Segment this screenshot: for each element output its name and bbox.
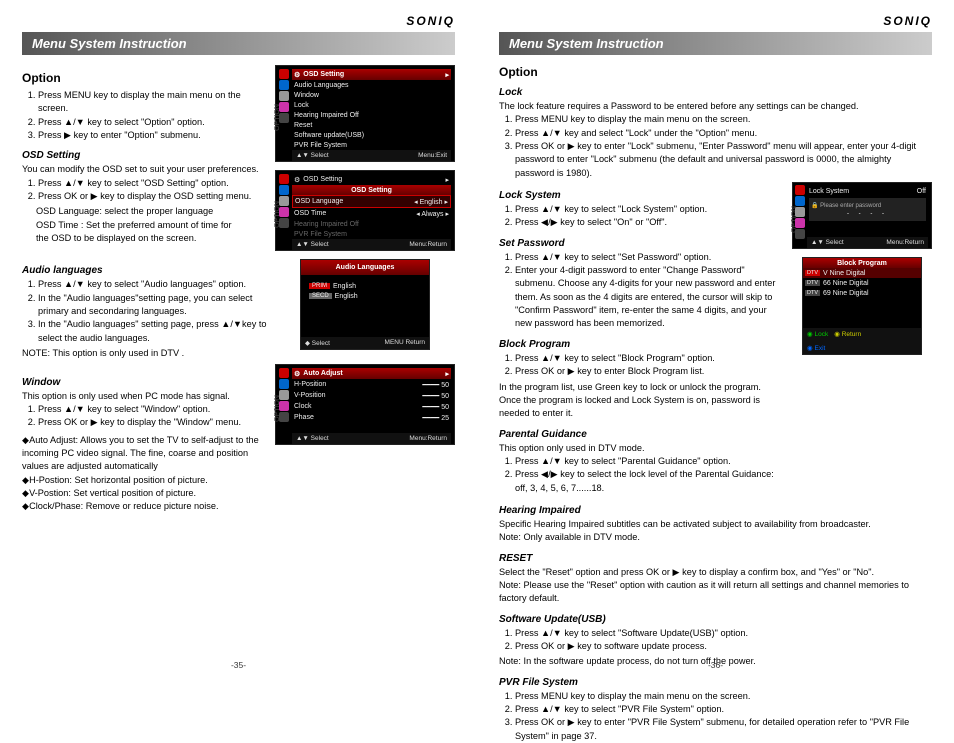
li: Press MENU key to display the main menu …	[38, 89, 267, 116]
reset-h: RESET	[499, 553, 932, 564]
li: Press ▲/▼ key to select "Lock System" op…	[515, 203, 784, 216]
note: NOTE: This option is only used in DTV .	[22, 347, 267, 360]
brand-logo: SONIQ	[499, 14, 932, 28]
li: Press ▲/▼ key to select "Parental Guidan…	[515, 455, 784, 468]
osd-panel-lock: OPTION Lock SystemOff 🔒 Please enter pas…	[792, 182, 932, 249]
p: This option is only used when PC mode ha…	[22, 390, 267, 403]
osd-panel-block: Block Program DTVV Nine Digital DTV66 Ni…	[802, 257, 922, 355]
audio-h: Audio languages	[22, 265, 267, 276]
p: This option only used in DTV mode.	[499, 442, 784, 455]
sw-h: Software Update(USB)	[499, 614, 932, 625]
li: Press ▲/▼ key to select "OSD Setting" op…	[38, 177, 267, 190]
li: Press OK or ▶ key to software update pro…	[515, 640, 932, 653]
block-h: Block Program	[499, 339, 784, 350]
li: Press ▲/▼ key to select "Option" option.	[38, 116, 267, 129]
lock-h: Lock	[499, 87, 932, 98]
p: In the program list, use Green key to lo…	[499, 381, 784, 421]
page-35: SONIQ Menu System Instruction Option Pre…	[0, 0, 477, 674]
li: Press ▲/▼ key to select "PVR File System…	[515, 703, 932, 716]
li: Press OK or ▶ key to enter Block Program…	[515, 365, 784, 378]
note: Note: Please use the "Reset" option with…	[499, 579, 932, 606]
osd-panel-audio: Audio Languages PRIMEnglish SECDEnglish …	[300, 259, 430, 350]
note: Note: Only available in DTV mode.	[499, 531, 932, 544]
li: Press ◀/▶ key to select the lock level o…	[515, 468, 784, 495]
setpw-h: Set Password	[499, 238, 784, 249]
osd-setting-h: OSD Setting	[22, 150, 267, 161]
li: Press OK or ▶ key to enter "PVR File Sys…	[515, 716, 932, 743]
brand-logo: SONIQ	[22, 14, 455, 28]
page-36: SONIQ Menu System Instruction Option Loc…	[477, 0, 954, 674]
page-number: -36-	[477, 660, 954, 670]
p: Select the "Reset" option and press OK o…	[499, 566, 932, 579]
locksys-h: Lock System	[499, 190, 784, 201]
pvr-h: PVR File System	[499, 677, 932, 688]
note: OSD Language: select the proper language	[36, 205, 267, 218]
osd-panel-window: OPTION ⚙Auto Adjust▸ H-Position━━━━ 50 V…	[275, 364, 455, 445]
banner: Menu System Instruction	[22, 32, 455, 55]
page-number: -35-	[0, 660, 477, 670]
bullet: ◆Clock/Phase: Remove or reduce picture n…	[22, 500, 267, 513]
gear-icon: ⚙	[294, 370, 300, 378]
li: Press ▲/▼ key to select "Window" option.	[38, 403, 267, 416]
li: Press ▲/▼ key to select "Software Update…	[515, 627, 932, 640]
li: Press ▲/▼ key and select "Lock" under th…	[515, 127, 932, 140]
note: the OSD to be displayed on the screen.	[36, 232, 267, 245]
p: Specific Hearing Impaired subtitles can …	[499, 518, 932, 531]
bullet: ◆V-Postion: Set vertical position of pic…	[22, 487, 267, 500]
gear-icon: ⚙	[294, 176, 300, 184]
li: Press OK or ▶ key to enter "Lock" submen…	[515, 140, 932, 180]
lock-icon: 🔒	[811, 203, 818, 209]
li: Press MENU key to display the main menu …	[515, 690, 932, 703]
option-heading: Option	[499, 65, 932, 79]
li: Press ◀/▶ key to select "On" or "Off".	[515, 216, 784, 229]
window-h: Window	[22, 377, 267, 388]
li: Press ▲/▼ key to select "Audio languages…	[38, 278, 267, 291]
gear-icon: ⚙	[294, 71, 300, 79]
osd-panel-option: OPTION ⚙OSD Setting▸ Audio Languages Win…	[275, 65, 455, 162]
li: Press OK or ▶ key to display the OSD set…	[38, 190, 267, 203]
parental-h: Parental Guidance	[499, 429, 784, 440]
li: In the "Audio languages"setting page, yo…	[38, 292, 267, 319]
li: Press ▲/▼ key to select "Block Program" …	[515, 352, 784, 365]
intro-list: Press MENU key to display the main menu …	[22, 89, 267, 142]
bullet: ◆Auto Adjust: Allows you to set the TV t…	[22, 434, 267, 474]
option-heading: Option	[22, 71, 267, 85]
li: Press MENU key to display the main menu …	[515, 113, 932, 126]
li: Press OK or ▶ key to display the "Window…	[38, 416, 267, 429]
hi-h: Hearing Impaired	[499, 505, 932, 516]
li: Enter your 4-digit password to enter "Ch…	[515, 264, 784, 331]
p: The lock feature requires a Password to …	[499, 100, 932, 113]
li: In the "Audio languages" setting page, p…	[38, 318, 267, 345]
li: Press ▶ key to enter "Option" submenu.	[38, 129, 267, 142]
note: OSD Time : Set the preferred amount of t…	[36, 219, 267, 232]
bullet: ◆H-Postion: Set horizontal position of p…	[22, 474, 267, 487]
osd-panel-osd-setting: OPTION ⚙OSD Setting▸ OSD Setting OSD Lan…	[275, 170, 455, 251]
li: Press ▲/▼ key to select "Set Password" o…	[515, 251, 784, 264]
p: You can modify the OSD set to suit your …	[22, 163, 267, 176]
banner: Menu System Instruction	[499, 32, 932, 55]
